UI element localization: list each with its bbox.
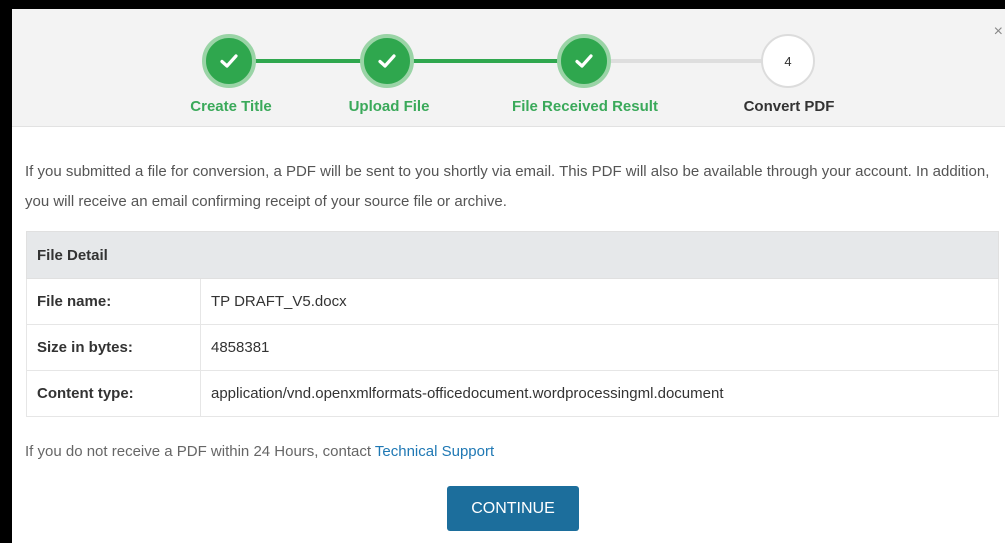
table-header-row: File Detail xyxy=(26,231,999,279)
step-2-circle xyxy=(360,34,414,88)
progress-stepper: 4 Create Title Upload File File Received… xyxy=(12,9,1005,127)
step-label-file-received-result: File Received Result xyxy=(512,98,658,115)
file-name-value: TP DRAFT_V5.docx xyxy=(200,278,999,325)
support-notice: If you do not receive a PDF within 24 Ho… xyxy=(25,443,494,460)
check-icon xyxy=(220,54,238,68)
intro-message: If you submitted a file for conversion, … xyxy=(25,163,990,210)
stepper-line-pending xyxy=(592,59,788,63)
step-4-circle: 4 xyxy=(761,34,815,88)
file-name-key: File name: xyxy=(26,278,201,325)
content-type-value: application/vnd.openxmlformats-officedoc… xyxy=(200,370,999,417)
file-detail-table: File Detail File name: TP DRAFT_V5.docx … xyxy=(26,231,999,417)
step-label-convert-pdf: Convert PDF xyxy=(743,98,835,115)
technical-support-link[interactable]: Technical Support xyxy=(375,443,494,460)
size-key: Size in bytes: xyxy=(26,324,201,371)
close-icon[interactable]: × xyxy=(994,23,1003,41)
step-3-circle xyxy=(557,34,611,88)
continue-button[interactable]: CONTINUE xyxy=(447,486,579,531)
table-row: Size in bytes: 4858381 xyxy=(26,324,999,371)
content-type-key: Content type: xyxy=(26,370,201,417)
check-icon xyxy=(575,54,593,68)
step-label-create-title: Create Title xyxy=(190,98,272,115)
support-notice-text: If you do not receive a PDF within 24 Ho… xyxy=(25,443,375,460)
step-4-number: 4 xyxy=(784,53,792,69)
size-value: 4858381 xyxy=(200,324,999,371)
table-row: Content type: application/vnd.openxmlfor… xyxy=(26,370,999,417)
conversion-dialog: 4 Create Title Upload File File Received… xyxy=(12,9,1005,543)
file-detail-header: File Detail xyxy=(26,231,999,279)
step-label-upload-file: Upload File xyxy=(348,98,430,115)
step-1-circle xyxy=(202,34,256,88)
table-row: File name: TP DRAFT_V5.docx xyxy=(26,278,999,325)
check-icon xyxy=(378,54,396,68)
